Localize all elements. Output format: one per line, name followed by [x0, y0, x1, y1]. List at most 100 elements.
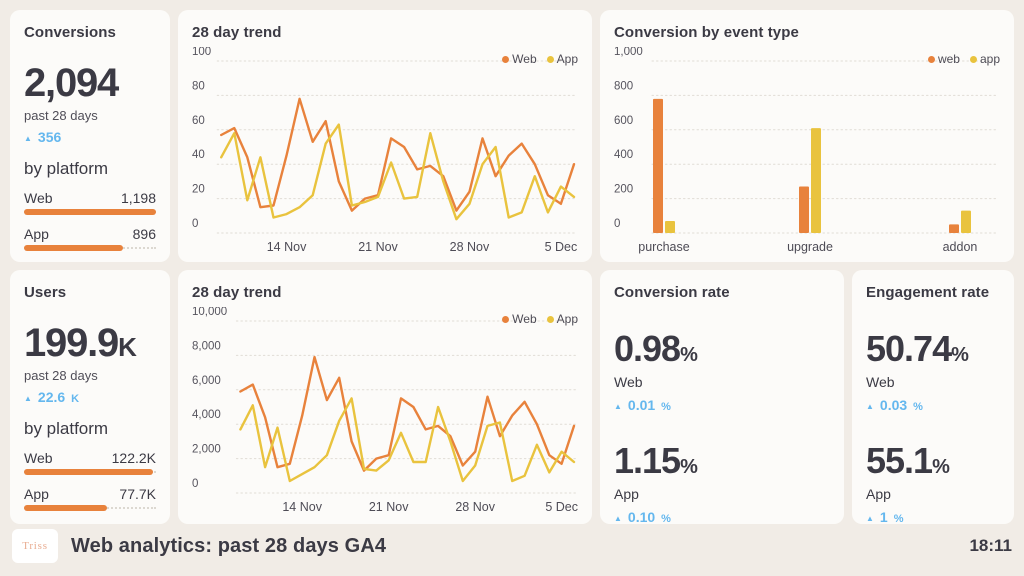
- up-triangle-icon: ▲: [614, 402, 622, 411]
- card-users-trend: 28 day trend WebApp 02,0004,0006,0008,00…: [178, 270, 592, 524]
- legend-dot-icon: [547, 316, 554, 323]
- x-category-label: upgrade: [787, 240, 833, 254]
- y-tick-label: 600: [614, 115, 633, 127]
- platform-bar-track: [24, 245, 156, 251]
- platform-bar-fill: [24, 469, 153, 475]
- metric-value: 0.98%: [614, 331, 830, 367]
- y-tick-label: 200: [614, 184, 633, 196]
- x-tick-label: 28 Nov: [455, 500, 495, 514]
- card-conversion-by-event-type: Conversion by event type webapp 02004006…: [600, 10, 1014, 262]
- card-title: Conversions: [24, 24, 156, 41]
- y-tick-label: 0: [192, 478, 198, 490]
- platform-name: App: [24, 486, 49, 502]
- x-tick-label: 5 Dec: [545, 500, 578, 514]
- kpi-value: 2,094: [24, 63, 156, 103]
- card-engagement-rate: Engagement rate 50.74%Web▲0.03%55.1%App▲…: [852, 270, 1014, 524]
- x-tick-label: 14 Nov: [267, 240, 307, 254]
- kpi-value-number: 199.9: [24, 321, 118, 365]
- kpi-period: past 28 days: [24, 368, 156, 383]
- legend-label: app: [980, 52, 1000, 66]
- platform-value: 77.7K: [119, 486, 156, 502]
- x-tick-label: 28 Nov: [450, 240, 490, 254]
- y-tick-label: 1,000: [614, 47, 643, 58]
- platform-row: Web122.2K: [24, 450, 156, 466]
- x-tick-label: 21 Nov: [369, 500, 409, 514]
- event-type-bar-chart: 02004006008001,000purchaseupgradeaddon: [614, 47, 1000, 259]
- legend-dot-icon: [928, 56, 935, 63]
- bar-app-upgrade: [811, 128, 821, 233]
- legend-item-app: App: [547, 312, 578, 326]
- metric-block: 1.15%App▲0.10%: [614, 443, 830, 524]
- platform-bar-fill: [24, 505, 107, 511]
- legend-dot-icon: [502, 316, 509, 323]
- kpi-period: past 28 days: [24, 108, 156, 123]
- series-line-app: [240, 398, 574, 481]
- platform-value: 1,198: [121, 190, 156, 206]
- footer-bar: Triss Web analytics: past 28 days GA4 18…: [0, 524, 1024, 568]
- x-category-label: purchase: [638, 240, 689, 254]
- chart-title: Conversion by event type: [614, 24, 1000, 41]
- y-tick-label: 8,000: [192, 340, 221, 352]
- y-tick-label: 80: [192, 80, 205, 92]
- metric-value-suffix: %: [680, 456, 697, 478]
- legend-item-web: Web: [502, 52, 536, 66]
- card-title: Conversion rate: [614, 284, 830, 301]
- metric-list: 50.74% Web ▲0.03% 55.1% App ▲ 1%: [866, 331, 1000, 524]
- up-triangle-icon: ▲: [614, 514, 622, 523]
- triss-logo: Triss: [12, 529, 58, 563]
- y-tick-label: 10,000: [192, 307, 227, 318]
- metric-value: 1.15%: [614, 443, 830, 479]
- metric-delta-value: 0.01: [628, 397, 655, 413]
- metric-platform-label: App: [614, 486, 830, 502]
- y-tick-label: 100: [192, 47, 211, 58]
- y-tick-label: 400: [614, 149, 633, 161]
- up-triangle-icon: ▲: [866, 402, 874, 411]
- platform-bar-track: [24, 505, 156, 511]
- platform-list: Web122.2K App 77.7K: [24, 450, 156, 511]
- platform-bar-fill: [24, 245, 123, 251]
- legend-item-app: app: [970, 52, 1000, 66]
- metric-delta: ▲0.03%: [866, 397, 1000, 413]
- legend-label: Web: [512, 52, 536, 66]
- up-triangle-icon: ▲: [866, 514, 874, 523]
- metric-value: 55.1%: [866, 443, 1000, 479]
- platform-row: App896: [24, 226, 156, 242]
- metric-value-number: 50.74: [866, 328, 951, 369]
- x-tick-label: 5 Dec: [545, 240, 578, 254]
- platform-bar-track: [24, 209, 156, 215]
- dashboard-title: Web analytics: past 28 days GA4: [71, 535, 386, 558]
- metric-delta: ▲ 1%: [866, 509, 1000, 524]
- users-trend-line-chart: 02,0004,0006,0008,00010,00014 Nov21 Nov2…: [192, 307, 578, 519]
- card-users: Users 199.9K past 28 days ▲22.6K by plat…: [10, 270, 170, 524]
- metric-list: 0.98%Web▲0.01%1.15%App▲0.10%: [614, 331, 830, 524]
- chart-legend: web app: [928, 52, 1000, 66]
- bar-web-upgrade: [799, 187, 809, 233]
- metric-platform-label: Web: [866, 374, 1000, 390]
- metric-block: 0.98%Web▲0.01%: [614, 331, 830, 413]
- bar-web-purchase: [653, 99, 663, 233]
- kpi-value-number: 2,094: [24, 61, 118, 105]
- y-tick-label: 20: [192, 184, 205, 196]
- legend-item-app: App: [547, 52, 578, 66]
- metric-platform-label: App: [866, 486, 1000, 502]
- kpi-value: 199.9K: [24, 323, 156, 363]
- legend-label: App: [557, 312, 578, 326]
- metric-block: 50.74% Web ▲0.03%: [866, 331, 1000, 413]
- chart-legend: Web App: [502, 52, 578, 66]
- legend-item-web: Web: [502, 312, 536, 326]
- legend-dot-icon: [502, 56, 509, 63]
- bar-web-addon: [949, 224, 959, 233]
- kpi-delta-suffix: K: [71, 393, 79, 405]
- legend-dot-icon: [970, 56, 977, 63]
- metric-delta-suffix: %: [913, 401, 923, 413]
- legend-label: web: [938, 52, 960, 66]
- metric-delta-suffix: %: [894, 513, 904, 524]
- platform-name: Web: [24, 450, 53, 466]
- y-tick-label: 6,000: [192, 375, 221, 387]
- metric-value-number: 55.1: [866, 440, 932, 481]
- dashboard-grid: Conversions 2,094 past 28 days ▲356 by p…: [0, 0, 1024, 524]
- metric-delta-value: 1: [880, 509, 888, 524]
- kpi-value-suffix: K: [118, 332, 137, 362]
- platform-name: Web: [24, 190, 53, 206]
- chart-title: 28 day trend: [192, 24, 578, 41]
